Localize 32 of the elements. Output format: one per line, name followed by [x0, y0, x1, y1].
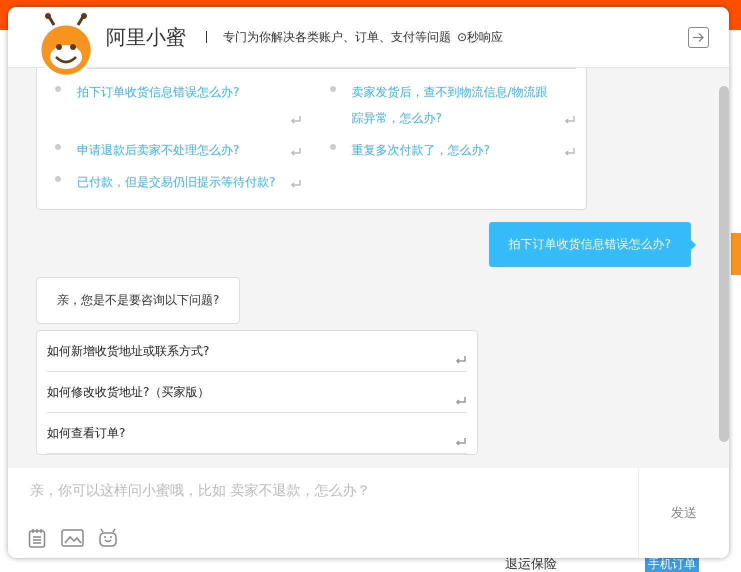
- return-icon: [564, 147, 576, 157]
- bullet-icon: [55, 86, 61, 92]
- robot-icon[interactable]: [98, 528, 118, 548]
- exit-icon: [692, 32, 705, 43]
- faq-link[interactable]: 已付款，但是交易仍旧提示等待付款?: [77, 169, 282, 195]
- return-icon: [564, 115, 576, 125]
- return-icon: [290, 115, 302, 125]
- return-icon: [290, 147, 302, 157]
- faq-link[interactable]: 拍下订单收货信息错误怎么办?: [77, 79, 282, 105]
- bullet-icon: [330, 144, 336, 150]
- faq-link[interactable]: 申请退款后卖家不处理怎么办?: [77, 137, 282, 163]
- send-button[interactable]: 发送: [665, 500, 703, 526]
- bullet-icon: [330, 86, 336, 92]
- return-icon: [455, 396, 467, 406]
- exit-button[interactable]: [688, 27, 709, 48]
- faq-link[interactable]: 卖家发货后，查不到物流信息/物流跟踪异常，怎么办?: [352, 79, 556, 131]
- bullet-icon: [55, 176, 61, 182]
- suggested-question[interactable]: 如何新增收货地址或联系方式?: [47, 342, 455, 360]
- response-time-label: ⊙秒响应: [457, 28, 504, 46]
- faq-link[interactable]: 重复多次付款了，怎么办?: [352, 137, 556, 163]
- suggested-question[interactable]: 如何修改收货地址?（买家版）: [47, 384, 455, 400]
- window-title: 阿里小蜜: [106, 24, 186, 50]
- return-icon: [455, 355, 467, 365]
- bot-message-bubble: 亲，您是不是要咨询以下问题?: [36, 277, 240, 324]
- suggested-question[interactable]: 如何查看订单?: [47, 424, 455, 442]
- return-icon: [290, 179, 302, 189]
- return-icon: [455, 437, 467, 447]
- notepad-icon[interactable]: [28, 528, 46, 548]
- image-icon[interactable]: [60, 529, 84, 547]
- bullet-icon: [55, 144, 61, 150]
- scrollbar[interactable]: [719, 86, 729, 442]
- window-subtitle: 专门为你解决各类账户、订单、支付等问题: [223, 28, 451, 46]
